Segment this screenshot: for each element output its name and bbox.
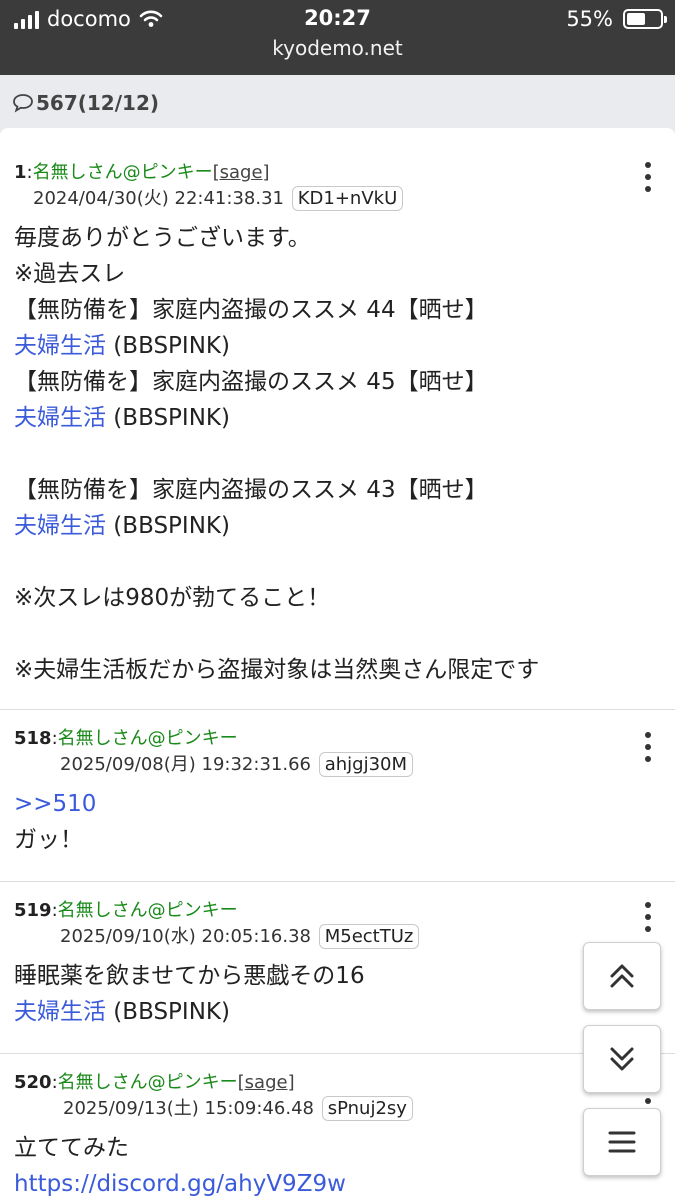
kebab-icon[interactable] <box>643 162 653 192</box>
post-link[interactable]: https://discord.gg/ahyV9Z9w <box>14 1171 346 1197</box>
post-line: ※夫婦生活板だから盗撮対象は当然奥さん限定です <box>14 657 540 683</box>
reply-count-bar: 567(12/12) <box>0 75 675 130</box>
post-link-suffix: (BBSPINK) <box>106 405 230 431</box>
poster-id[interactable]: KD1+nVkU <box>291 186 404 211</box>
post-link[interactable]: 夫婦生活 <box>14 405 106 431</box>
post: 519:名無しさん@ピンキー 2025/09/10(水) 20:05:16.38… <box>0 882 675 1054</box>
post-body: 睡眠薬を飲ませてから悪戯その16 夫婦生活 (BBSPINK) <box>14 958 675 1030</box>
post-number[interactable]: 519 <box>14 900 52 921</box>
sage-link[interactable]: [sage] <box>213 162 270 183</box>
post-number[interactable]: 1 <box>14 162 27 183</box>
post-line: 夫婦生活 (BBSPINK) <box>14 508 675 544</box>
poster-name: 名無しさん@ピンキー <box>57 1072 238 1093</box>
post-header: 1:名無しさん@ピンキー[sage] <box>14 162 270 183</box>
post-link[interactable]: >>510 <box>14 791 96 817</box>
post-link-suffix: (BBSPINK) <box>106 999 230 1025</box>
post-line: ※過去スレ <box>14 261 126 287</box>
poster-name: 名無しさん@ピンキー <box>32 162 213 183</box>
post-line <box>14 544 675 580</box>
poster-name: 名無しさん@ピンキー <box>57 900 238 921</box>
kebab-icon[interactable] <box>643 732 653 762</box>
post-link[interactable]: 夫婦生活 <box>14 513 106 539</box>
post-header: 520:名無しさん@ピンキー[sage] <box>14 1072 295 1093</box>
poster-name: 名無しさん@ピンキー <box>57 728 238 749</box>
post-line: ※次スレは980が勃てること！ <box>14 585 331 611</box>
poster-id[interactable]: sPnuj2sy <box>321 1096 413 1121</box>
post-line: 【無防備を】家庭内盗撮のススメ 45【晒せ】 <box>14 369 488 395</box>
url-bar[interactable]: kyodemo.net <box>0 36 675 60</box>
post: 518:名無しさん@ピンキー 2025/09/08(月) 19:32:31.66… <box>0 710 675 882</box>
post-line: 夫婦生活 (BBSPINK) <box>14 400 675 436</box>
post-meta: 2025/09/13(土) 15:09:46.48 sPnuj2sy <box>14 1096 675 1122</box>
post-number[interactable]: 518 <box>14 728 52 749</box>
scroll-top-button[interactable] <box>583 942 661 1010</box>
scroll-bottom-button[interactable] <box>583 1025 661 1093</box>
post-line: 立ててみた <box>14 1135 129 1161</box>
hamburger-menu-icon <box>608 1131 636 1153</box>
post-datetime: 2024/04/30(火) 22:41:38.31 <box>33 188 284 209</box>
post-link-suffix: (BBSPINK) <box>106 513 230 539</box>
post-header: 518:名無しさん@ピンキー <box>14 728 238 749</box>
post-link[interactable]: 夫婦生活 <box>14 999 106 1025</box>
double-chevron-down-icon <box>610 1047 634 1071</box>
post-meta: 2025/09/08(月) 19:32:31.66 ahjgj30M <box>14 752 675 778</box>
post-meta: 2024/04/30(火) 22:41:38.31 KD1+nVkU <box>14 186 675 212</box>
post-number[interactable]: 520 <box>14 1072 52 1093</box>
post-body: >>510 ガッ！ <box>14 786 675 858</box>
post-line <box>14 616 675 652</box>
post-header: 519:名無しさん@ピンキー <box>14 900 238 921</box>
post-line: 夫婦生活 (BBSPINK) <box>14 994 675 1030</box>
battery-area: 55% <box>566 6 667 32</box>
post-line: ガッ！ <box>14 827 83 853</box>
post-line: 【無防備を】家庭内盗撮のススメ 43【晒せ】 <box>14 477 488 503</box>
battery-percent: 55% <box>566 7 613 31</box>
post-body: 立ててみた https://discord.gg/ahyV9Z9w <box>14 1130 675 1200</box>
speech-bubble-icon <box>13 93 33 113</box>
post-link-suffix: (BBSPINK) <box>106 333 230 359</box>
poster-id[interactable]: M5ectTUz <box>318 924 420 949</box>
post-body: 毎度ありがとうございます。 ※過去スレ【無防備を】家庭内盗撮のススメ 44【晒せ】… <box>14 220 675 688</box>
double-chevron-up-icon <box>610 964 634 988</box>
post-line: 夫婦生活 (BBSPINK) <box>14 328 675 364</box>
status-bar: docomo 20:27 55% kyodemo.net <box>0 0 675 75</box>
kebab-icon[interactable] <box>643 902 653 932</box>
post: 1:名無しさん@ピンキー[sage] 2024/04/30(火) 22:41:3… <box>0 128 675 710</box>
post-line: 【無防備を】家庭内盗撮のススメ 44【晒せ】 <box>14 297 488 323</box>
post-datetime: 2025/09/10(水) 20:05:16.38 <box>60 926 311 947</box>
post-line: >>510 <box>14 786 675 822</box>
battery-icon <box>623 9 667 29</box>
menu-button[interactable] <box>583 1108 661 1176</box>
post-datetime: 2025/09/08(月) 19:32:31.66 <box>60 754 311 775</box>
post: 520:名無しさん@ピンキー[sage] 2025/09/13(土) 15:09… <box>0 1054 675 1200</box>
poster-id[interactable]: ahjgj30M <box>318 752 414 777</box>
post-datetime: 2025/09/13(土) 15:09:46.48 <box>63 1098 314 1119</box>
post-line <box>14 436 675 472</box>
sage-link[interactable]: [sage] <box>238 1072 295 1093</box>
thread-container[interactable]: 1:名無しさん@ピンキー[sage] 2024/04/30(火) 22:41:3… <box>0 128 675 1200</box>
post-line: https://discord.gg/ahyV9Z9w <box>14 1166 675 1200</box>
reply-count: 567(12/12) <box>36 90 159 115</box>
post-link[interactable]: 夫婦生活 <box>14 333 106 359</box>
post-line: 毎度ありがとうございます。 <box>14 225 311 251</box>
post-meta: 2025/09/10(水) 20:05:16.38 M5ectTUz <box>14 924 675 950</box>
post-line: 睡眠薬を飲ませてから悪戯その16 <box>14 963 365 989</box>
